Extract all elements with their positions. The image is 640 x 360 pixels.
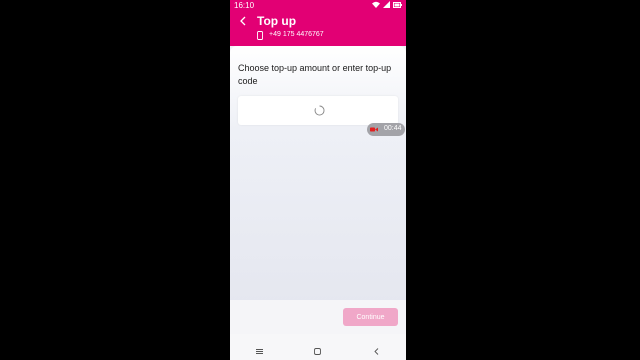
screen-recording-chip[interactable]: 00:44 — [367, 123, 405, 136]
loading-spinner-icon — [314, 105, 325, 116]
status-icons — [372, 1, 402, 8]
mobile-phone-icon — [257, 31, 263, 40]
back-icon[interactable] — [372, 343, 381, 355]
battery-icon — [393, 1, 402, 8]
page-title: Top up — [257, 14, 297, 28]
recording-camera-icon — [370, 127, 378, 132]
content-sheet: Choose top-up amount or enter top-up cod… — [230, 46, 406, 324]
home-icon[interactable] — [313, 343, 322, 355]
wifi-icon — [372, 1, 380, 8]
recent-apps-icon[interactable] — [255, 343, 264, 354]
status-bar: 16:10 — [230, 0, 406, 12]
continue-button[interactable]: Continue — [343, 308, 398, 326]
phone-screen: 16:10 Top up +49 175 4476767 Choose top-… — [230, 0, 406, 360]
status-time: 16:10 — [234, 1, 255, 10]
phone-number: +49 175 4476767 — [269, 31, 324, 38]
system-nav-bar — [230, 334, 406, 360]
topup-amount-field[interactable] — [238, 96, 398, 125]
app-header: Top up +49 175 4476767 — [230, 12, 406, 46]
signal-icon — [383, 1, 390, 8]
recording-time: 00:44 — [384, 125, 402, 132]
footer-area: Continue — [230, 300, 406, 334]
prompt-text: Choose top-up amount or enter top-up cod… — [238, 63, 392, 86]
back-arrow-icon[interactable] — [238, 14, 250, 28]
